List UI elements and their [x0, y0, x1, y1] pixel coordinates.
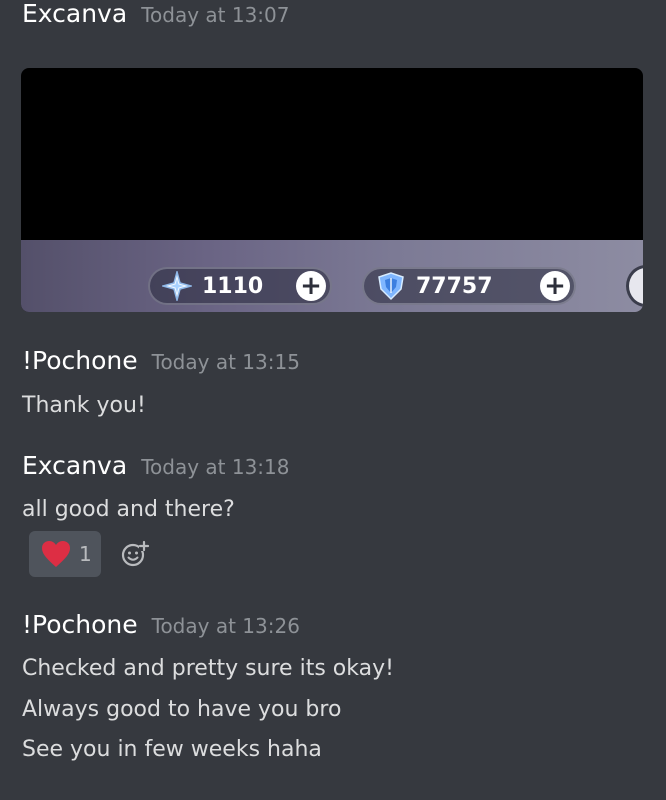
genesis-crystal-icon: [374, 269, 408, 303]
message-text: Checked and pretty sure its okay!: [22, 656, 394, 681]
message-header: !Pochone Today at 13:26: [22, 610, 300, 641]
message-timestamp: Today at 13:15: [151, 350, 300, 374]
chat-messages: Excanva Today at 13:07 1110 + 77757 + !P…: [0, 0, 666, 800]
add-genesis-crystal-button: +: [540, 271, 570, 301]
author-name[interactable]: Excanva: [22, 451, 127, 481]
message-header: !Pochone Today at 13:15: [22, 346, 300, 377]
message-header: Excanva Today at 13:18: [22, 451, 289, 482]
add-primogem-button: +: [296, 271, 326, 301]
message-header: Excanva Today at 13:07: [22, 0, 289, 30]
author-name[interactable]: !Pochone: [22, 346, 138, 376]
message-timestamp: Today at 13:18: [141, 455, 290, 479]
message-timestamp: Today at 13:07: [141, 3, 290, 27]
message-text: Thank you!: [22, 393, 146, 418]
cropped-menu-icon: [626, 265, 643, 307]
heart-reaction[interactable]: 1: [29, 531, 101, 577]
message-text: See you in few weeks haha: [22, 737, 322, 762]
add-reaction-icon[interactable]: [120, 539, 150, 569]
genesis-crystal-counter: 77757 +: [362, 267, 576, 305]
message-text: all good and there?: [22, 497, 235, 522]
author-name[interactable]: !Pochone: [22, 610, 138, 640]
attachment-currency-bar: 1110 + 77757 +: [21, 240, 643, 312]
message-timestamp: Today at 13:26: [151, 614, 300, 638]
primogem-value: 1110: [202, 273, 264, 299]
genesis-crystal-value: 77757: [416, 273, 493, 299]
primogem-counter: 1110 +: [148, 267, 332, 305]
image-attachment[interactable]: 1110 + 77757 +: [21, 68, 643, 312]
reaction-count: 1: [79, 542, 92, 566]
heart-icon: [41, 540, 71, 568]
author-name[interactable]: Excanva: [22, 0, 127, 29]
message-text: Always good to have you bro: [22, 697, 342, 722]
primogem-icon: [160, 269, 194, 303]
